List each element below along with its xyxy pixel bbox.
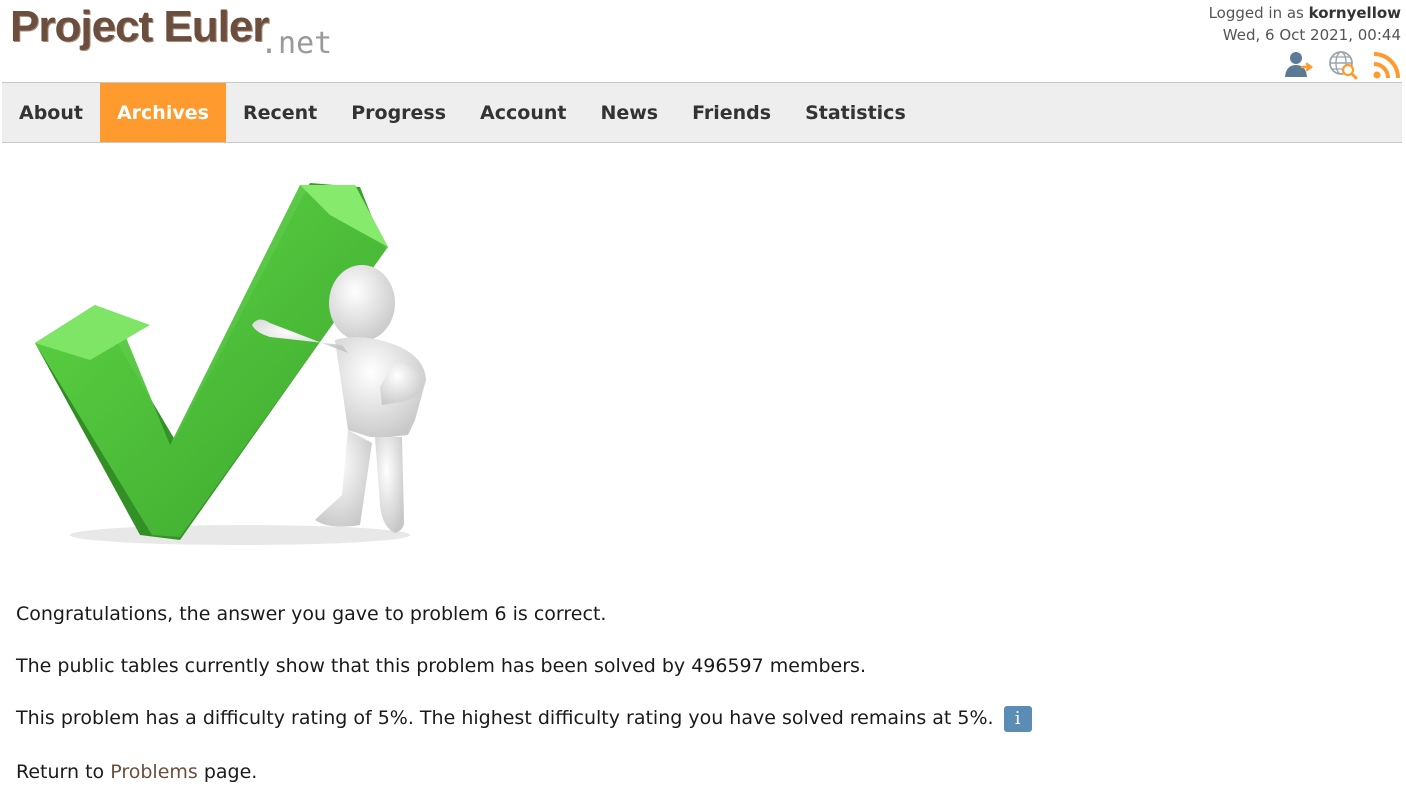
correct-checkmark-figure — [35, 183, 426, 545]
nav-friends[interactable]: Friends — [675, 83, 788, 142]
logged-in-label: Logged in as — [1208, 4, 1304, 22]
problems-link[interactable]: Problems — [110, 761, 198, 783]
return-message: Return to Problems page. — [16, 756, 1032, 808]
difficulty-text: This problem has a difficulty rating of … — [16, 707, 994, 729]
current-datetime: Wed, 6 Oct 2021, 00:44 — [1222, 26, 1401, 44]
logo-suffix: .net — [260, 26, 333, 61]
logo-text: Project Euler — [10, 2, 269, 51]
nav-recent[interactable]: Recent — [226, 83, 334, 142]
username: kornyellow — [1308, 4, 1401, 22]
main-nav: About Archives Recent Progress Account N… — [2, 82, 1402, 143]
info-icon[interactable]: i — [1003, 705, 1032, 732]
result-content: Congratulations, the answer you gave to … — [16, 598, 1032, 808]
solved-count-message: The public tables currently show that th… — [16, 655, 866, 677]
nav-progress[interactable]: Progress — [334, 83, 463, 142]
globe-search-icon[interactable] — [1328, 50, 1358, 80]
user-logout-icon[interactable] — [1284, 50, 1314, 80]
header-icons — [1284, 50, 1402, 80]
nav-statistics[interactable]: Statistics — [788, 83, 923, 142]
nav-news[interactable]: News — [583, 83, 675, 142]
return-prefix: Return to — [16, 761, 105, 783]
nav-archives[interactable]: Archives — [99, 83, 226, 142]
site-logo[interactable]: Project Euler .net — [10, 2, 370, 62]
return-suffix: page. — [203, 761, 258, 783]
congrats-message: Congratulations, the answer you gave to … — [16, 603, 607, 625]
rss-icon[interactable] — [1372, 50, 1402, 80]
user-info: Logged in as kornyellow Wed, 6 Oct 2021,… — [1209, 2, 1401, 46]
nav-about[interactable]: About — [2, 83, 100, 142]
difficulty-message: This problem has a difficulty rating of … — [16, 702, 1032, 754]
login-status: Logged in as kornyellow — [1209, 2, 1401, 24]
nav-account[interactable]: Account — [463, 83, 583, 142]
